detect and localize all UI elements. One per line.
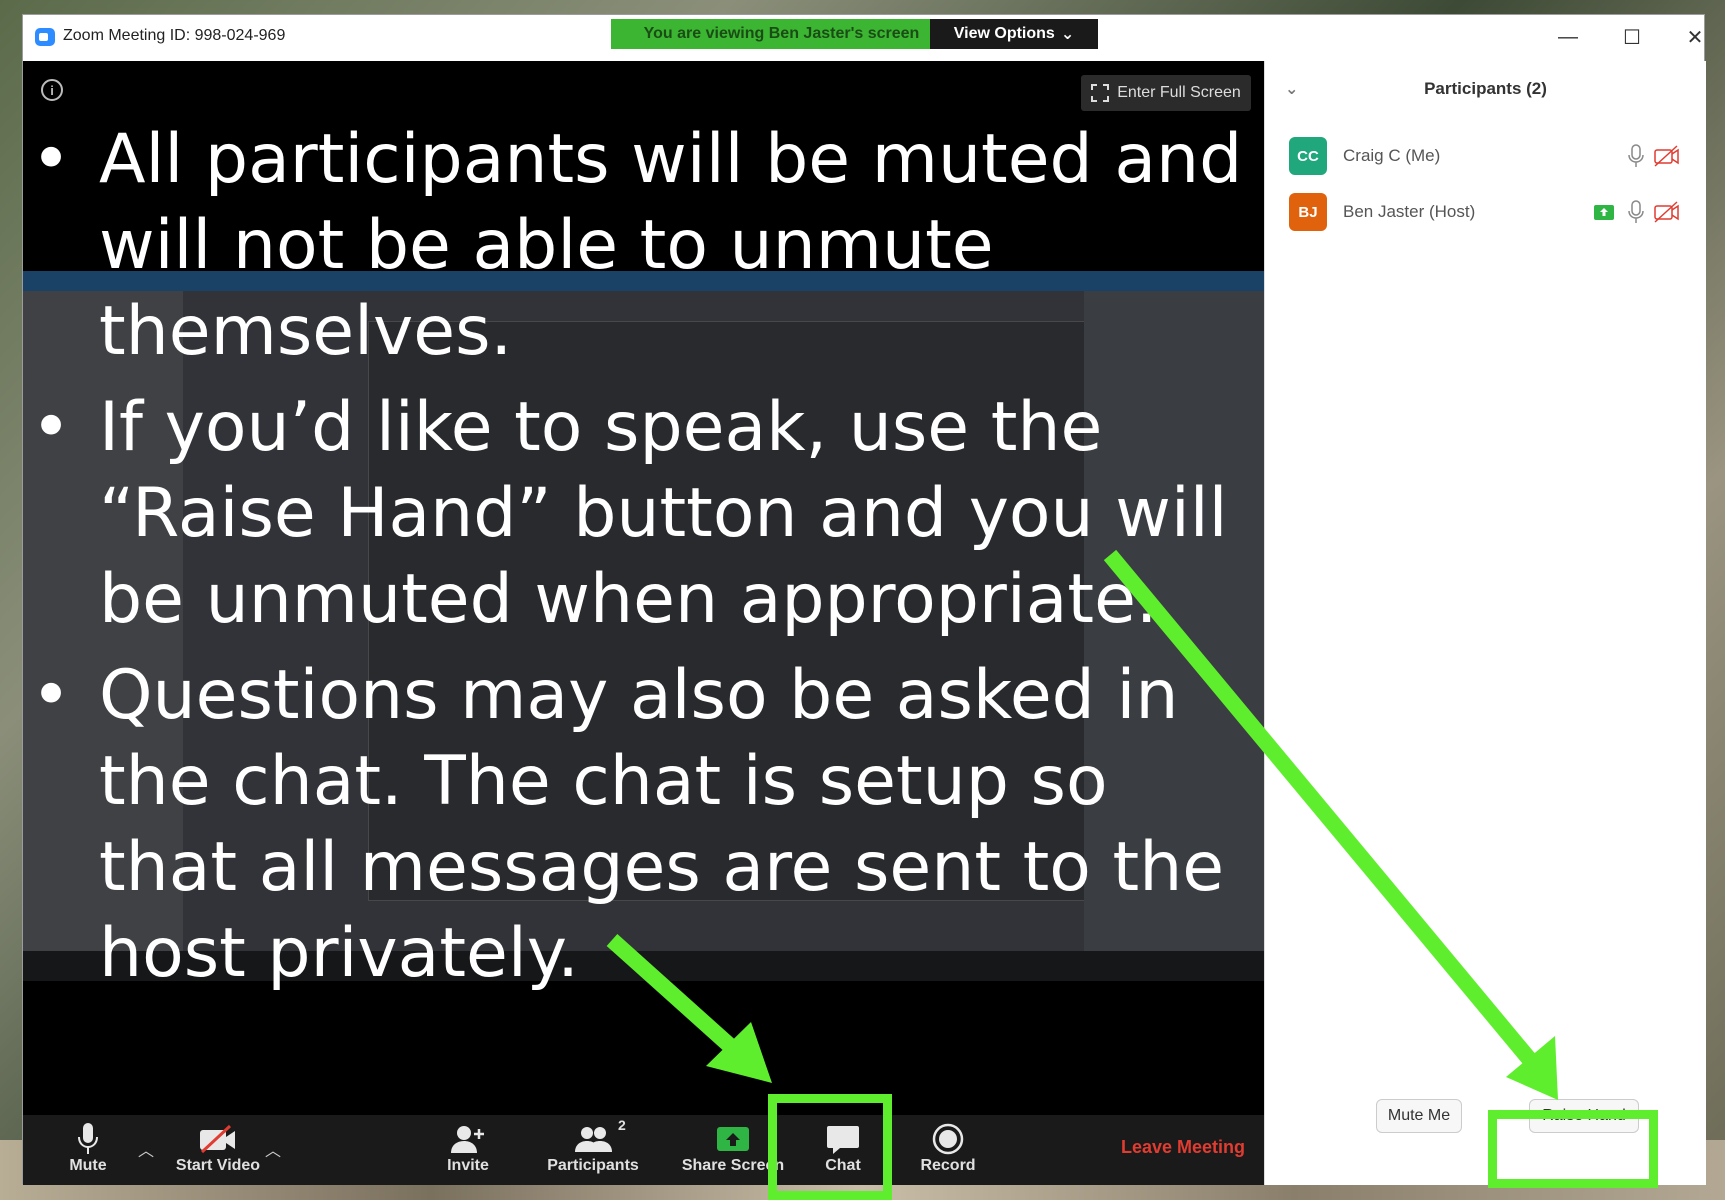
slide-bullet: • All participants will be muted and wil…: [23, 117, 1264, 375]
start-video-button[interactable]: Start Video: [158, 1121, 278, 1181]
chevron-down-icon: ⌄: [1060, 26, 1075, 43]
participant-name: Craig C (Me): [1343, 146, 1441, 165]
participants-panel-header: ⌄ Participants (2): [1265, 61, 1706, 117]
view-options-button[interactable]: View Options ⌄: [930, 19, 1098, 49]
record-icon: [932, 1123, 964, 1155]
record-button[interactable]: Record: [903, 1121, 993, 1181]
audio-options-caret-icon[interactable]: ︿: [138, 1137, 154, 1161]
mute-button[interactable]: Mute: [43, 1121, 133, 1181]
bullet-text: Questions may also be asked in the chat.…: [99, 656, 1225, 993]
view-options-label: View Options: [953, 25, 1055, 42]
enter-full-screen-label: Enter Full Screen: [1117, 84, 1241, 101]
microphone-icon: [78, 1123, 98, 1154]
bullet-marker: •: [31, 656, 72, 735]
bullet-text: If you’d like to speak, use the “Raise H…: [99, 388, 1228, 639]
microphone-icon[interactable]: [1625, 144, 1647, 168]
bullet-marker: •: [31, 388, 72, 467]
video-off-icon[interactable]: [1653, 200, 1681, 224]
chat-label: Chat: [825, 1157, 861, 1174]
info-icon[interactable]: i: [41, 79, 63, 101]
video-off-icon: [200, 1124, 235, 1154]
fullscreen-icon: [1091, 84, 1110, 102]
screen-sharing-icon: [1594, 205, 1614, 220]
video-off-icon[interactable]: [1653, 144, 1681, 168]
participants-panel: ⌄ Participants (2) CC Craig C (Me) BJ Be…: [1264, 61, 1706, 1185]
raise-hand-button[interactable]: Raise Hand: [1529, 1099, 1639, 1133]
bullet-text: All participants will be muted and will …: [99, 120, 1243, 371]
close-button[interactable]: ✕: [1680, 25, 1710, 49]
share-screen-label: Share Screen: [681, 1157, 785, 1174]
collapse-chevron-icon[interactable]: ⌄: [1285, 79, 1298, 99]
share-screen-icon: [717, 1127, 749, 1151]
participants-icon: [575, 1127, 612, 1152]
invite-label: Invite: [447, 1157, 489, 1174]
avatar: CC: [1289, 137, 1327, 175]
bullet-marker: •: [31, 120, 72, 199]
mute-label: Mute: [69, 1157, 107, 1174]
invite-button[interactable]: Invite: [428, 1121, 508, 1181]
avatar: BJ: [1289, 193, 1327, 231]
enter-full-screen-button[interactable]: Enter Full Screen: [1081, 75, 1251, 111]
participants-count-badge: 2: [618, 1117, 626, 1133]
slide-text: • All participants will be muted and wil…: [23, 117, 1264, 1007]
viewing-screen-banner: You are viewing Ben Jaster's screen: [611, 19, 952, 49]
slide-bullet: • Questions may also be asked in the cha…: [23, 653, 1264, 997]
add-person-icon: [451, 1126, 484, 1153]
title-bar: Zoom Meeting ID: 998-024-969 You are vie…: [23, 15, 1704, 61]
meeting-toolbar: Mute ︿ Start Video ︿ Invite 2 Participan…: [23, 1115, 1264, 1185]
minimize-button[interactable]: —: [1553, 25, 1583, 49]
zoom-window: Zoom Meeting ID: 998-024-969 You are vie…: [22, 14, 1706, 1185]
participant-name: Ben Jaster (Host): [1343, 202, 1476, 221]
participant-row[interactable]: CC Craig C (Me): [1265, 131, 1706, 181]
chat-button[interactable]: Chat: [798, 1121, 888, 1181]
window-title: Zoom Meeting ID: 998-024-969: [63, 27, 286, 44]
leave-meeting-button[interactable]: Leave Meeting: [1121, 1137, 1245, 1158]
start-video-label: Start Video: [175, 1157, 261, 1174]
mute-me-button[interactable]: Mute Me: [1376, 1099, 1462, 1133]
chat-icon: [827, 1126, 859, 1154]
maximize-button[interactable]: ☐: [1617, 25, 1647, 49]
participants-button[interactable]: 2 Participants: [543, 1117, 643, 1181]
participant-row[interactable]: BJ Ben Jaster (Host): [1265, 187, 1706, 237]
participants-label: Participants: [547, 1157, 639, 1174]
share-screen-button[interactable]: Share Screen: [663, 1121, 803, 1181]
slide-bullet: • If you’d like to speak, use the “Raise…: [23, 385, 1264, 643]
zoom-logo-icon: [35, 28, 55, 46]
microphone-icon[interactable]: [1625, 200, 1647, 224]
video-options-caret-icon[interactable]: ︿: [265, 1137, 281, 1161]
record-label: Record: [920, 1157, 976, 1174]
participants-panel-title: Participants (2): [1424, 79, 1547, 98]
shared-screen-area: i Enter Full Screen • All participants w…: [23, 61, 1264, 1115]
